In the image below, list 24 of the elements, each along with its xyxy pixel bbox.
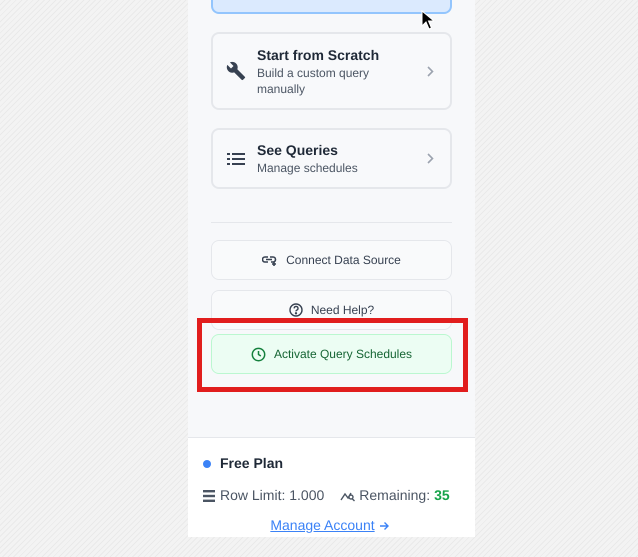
option-title: Start from Scratch — [257, 46, 380, 64]
arrow-right-icon — [378, 520, 389, 530]
action-button[interactable]: Connect Data Source — [211, 240, 452, 280]
action-button[interactable]: Activate Query Schedules — [211, 334, 452, 374]
remaining-value: 35 — [434, 486, 450, 505]
option-subtitle: Build a custom query manually — [257, 64, 370, 96]
chevron-right-icon — [427, 153, 434, 164]
option-title: See Queries — [257, 141, 339, 159]
wrench-icon — [226, 61, 246, 81]
help-icon — [288, 303, 303, 317]
list-icon — [227, 152, 245, 166]
link-icon — [262, 254, 278, 266]
clock-icon — [250, 346, 266, 362]
option-card[interactable]: See Queries Manage schedules — [211, 128, 452, 189]
option-card[interactable] — [211, 0, 452, 14]
chevron-right-icon — [427, 66, 434, 76]
option-card[interactable]: Start from Scratch Build a custom query manually — [211, 32, 452, 110]
cursor-icon — [421, 10, 434, 30]
remaining-label: Remaining: — [359, 486, 430, 505]
manage-account-link[interactable]: Manage Account — [270, 515, 375, 536]
row-limit: Row Limit: 1.000 — [220, 486, 324, 505]
option-subtitle: Manage schedules — [257, 160, 359, 176]
rows-icon — [203, 490, 215, 502]
plan-name: Free Plan — [220, 454, 284, 473]
